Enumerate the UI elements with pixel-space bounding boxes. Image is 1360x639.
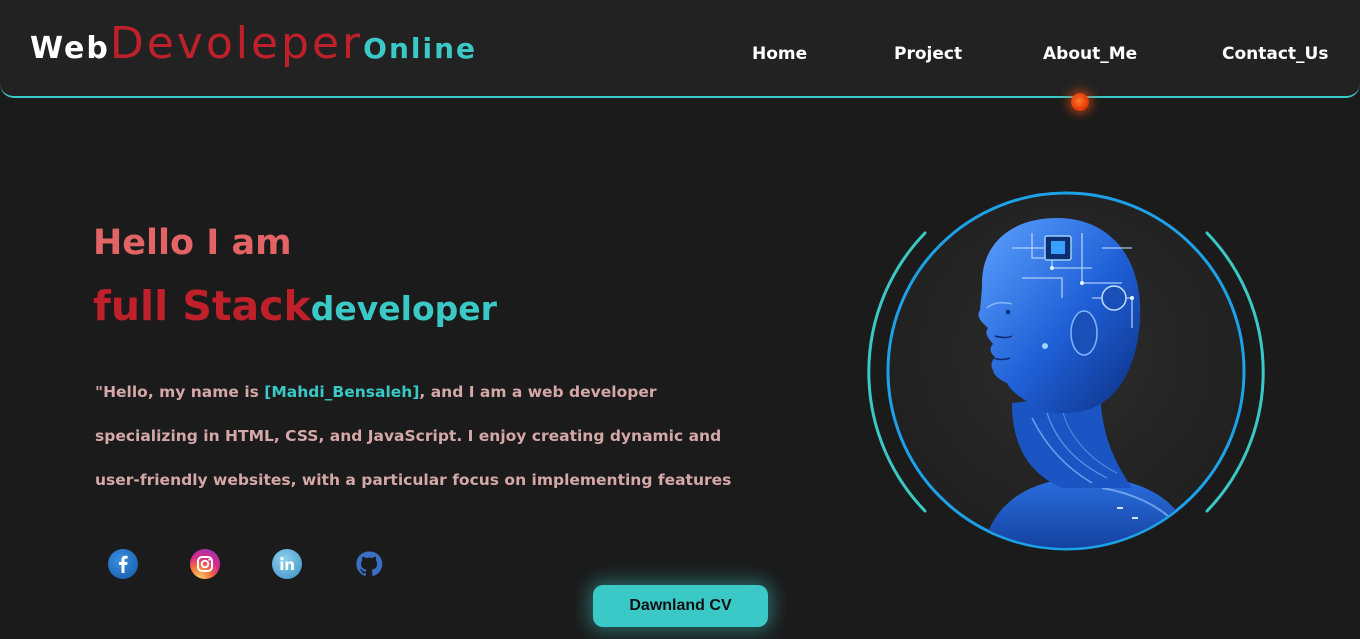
instagram-icon[interactable] <box>190 549 220 579</box>
facebook-icon[interactable] <box>108 549 138 579</box>
hero-greeting: Hello I am <box>93 223 292 263</box>
portrait-frame <box>862 188 1272 558</box>
hero-role-full-stack: full Stack <box>93 282 311 330</box>
hero-role-developer: developer <box>310 289 497 328</box>
nav-link-contact-us[interactable]: Contact_Us <box>1222 44 1328 64</box>
hero-role: full Stackdeveloper <box>93 282 497 330</box>
github-icon[interactable] <box>354 549 384 579</box>
nav-link-home[interactable]: Home <box>752 44 807 64</box>
desc-prefix: "Hello, my name is <box>95 383 265 401</box>
site-header: WebDevoleperOnline Home Project About_Me… <box>0 0 1360 98</box>
hero-description: "Hello, my name is [Mahdi_Bensaleh], and… <box>95 370 755 502</box>
nav-link-project[interactable]: Project <box>894 44 962 64</box>
glowing-orb-decoration <box>1071 93 1089 111</box>
desc-name-highlight: [Mahdi_Bensaleh] <box>264 383 420 401</box>
nav-link-about-me[interactable]: About_Me <box>1043 44 1137 64</box>
download-cv-button[interactable]: Dawnland CV <box>593 585 768 627</box>
ai-head-portrait-image <box>867 191 1265 551</box>
main-nav: Home Project About_Me Contact_Us <box>0 44 1360 66</box>
linkedin-icon[interactable] <box>272 549 302 579</box>
